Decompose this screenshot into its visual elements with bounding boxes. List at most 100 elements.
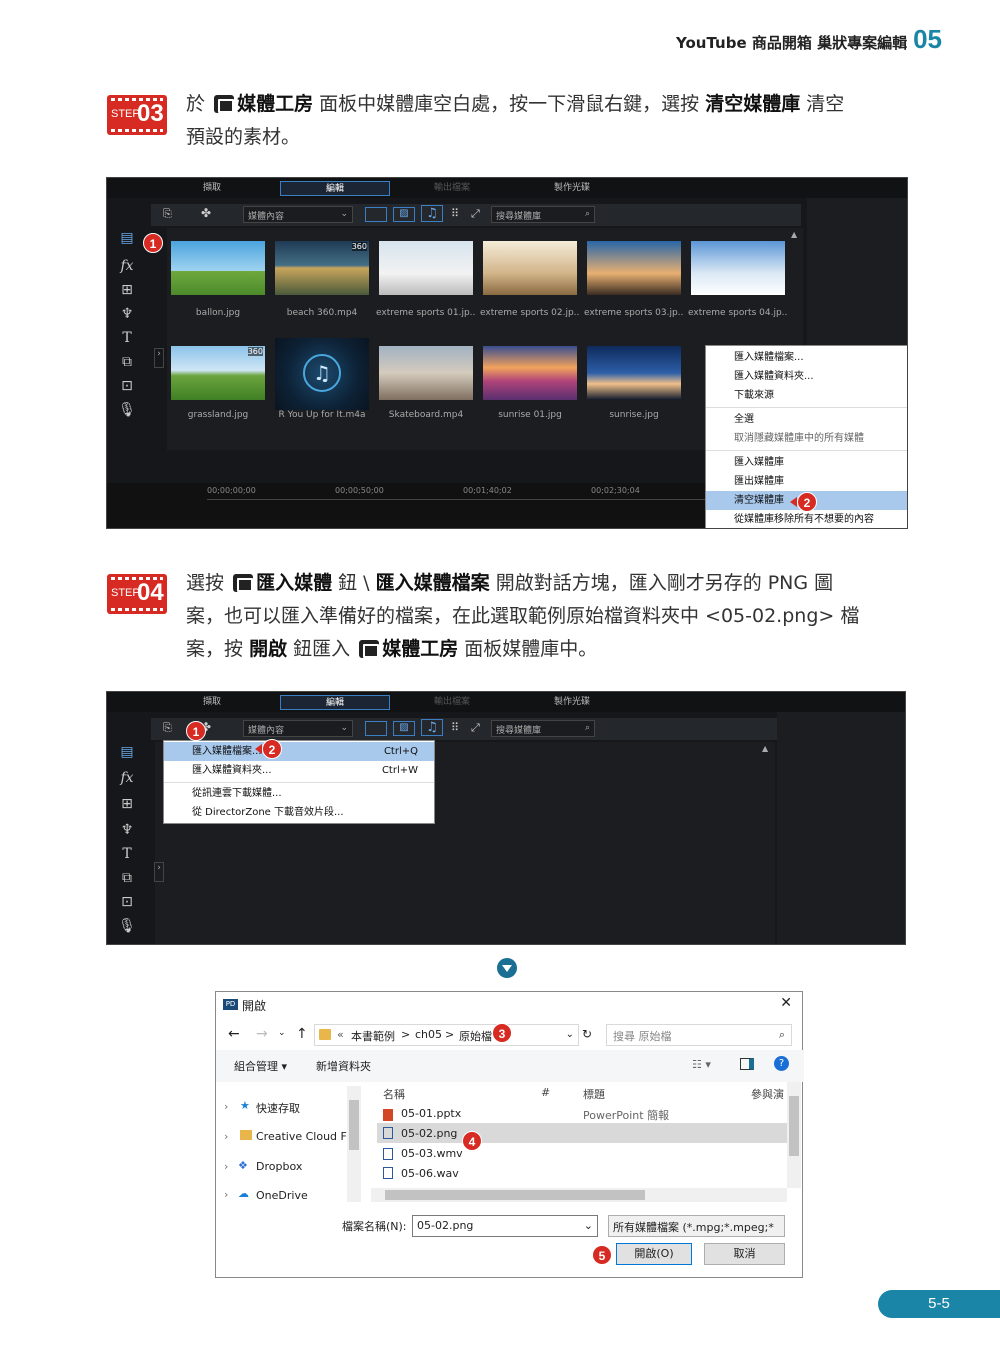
column-title[interactable]: 標題 <box>583 1086 605 1102</box>
menu-item[interactable]: 匯入媒體檔案... <box>706 348 907 367</box>
tab-disc[interactable]: 製作光碟 <box>527 695 617 710</box>
grid-view-icon[interactable]: ⠿ <box>451 207 459 220</box>
tab-output[interactable]: 輸出檔案 <box>407 695 497 710</box>
audio-filter-icon[interactable]: ♫ <box>421 719 443 736</box>
expand-chevron-icon[interactable]: › <box>224 1100 228 1113</box>
chevron-down-icon[interactable]: ⌄ <box>584 1219 593 1232</box>
fx-icon[interactable]: fx <box>117 258 137 274</box>
title-icon[interactable]: T <box>117 846 137 862</box>
media-content-select[interactable]: 媒體內容 ⌄ <box>243 206 353 223</box>
title-icon[interactable]: T <box>117 330 137 346</box>
cancel-button[interactable]: 取消 <box>704 1243 785 1265</box>
import-media-icon[interactable]: ⎘ <box>163 207 172 221</box>
media-thumb-sunrise[interactable] <box>587 346 681 400</box>
media-thumb-extreme-03[interactable] <box>587 241 681 295</box>
tab-output[interactable]: 輸出檔案 <box>407 181 497 196</box>
nav-item-dropbox[interactable]: Dropbox <box>256 1160 302 1173</box>
pip-icon[interactable]: ⧉ <box>117 870 137 886</box>
view-options-icon[interactable]: ☷ ▾ <box>692 1058 711 1071</box>
refresh-icon[interactable]: ↻ <box>582 1027 592 1041</box>
forward-icon[interactable]: → <box>256 1026 268 1042</box>
chevron-down-icon[interactable]: ⌄ <box>566 1029 574 1040</box>
organize-button[interactable]: 組合管理 ▾ <box>234 1058 287 1074</box>
transition-icon[interactable]: ⊞ <box>117 282 137 298</box>
back-icon[interactable]: ← <box>228 1026 240 1042</box>
up-icon[interactable]: ↑ <box>296 1026 308 1042</box>
new-folder-button[interactable]: 新增資料夾 <box>316 1058 371 1074</box>
tab-disc[interactable]: 製作光碟 <box>527 181 617 196</box>
menu-item[interactable]: 從 DirectorZone 下載音效片段... <box>164 803 434 822</box>
scroll-up-icon[interactable]: ▲ <box>762 744 768 753</box>
import-media-icon[interactable]: ⎘ <box>163 721 172 735</box>
expand-icon[interactable]: ⤢ <box>471 721 480 735</box>
media-thumb-music[interactable]: ♫ <box>275 338 369 410</box>
tab-capture[interactable]: 擷取 <box>177 695 247 710</box>
particle-icon[interactable]: ♆ <box>117 822 137 838</box>
nav-item-creative-cloud[interactable]: Creative Cloud Fi <box>256 1130 348 1143</box>
library-search-input[interactable]: 搜尋媒體庫 ⌕ <box>491 206 595 223</box>
file-name[interactable]: 05-02.png <box>401 1127 457 1140</box>
file-name[interactable]: 05-01.pptx <box>401 1107 461 1120</box>
menu-item[interactable]: 下載來源 <box>706 386 907 405</box>
tab-capture[interactable]: 擷取 <box>177 181 247 196</box>
nav-item-onedrive[interactable]: OneDrive <box>256 1189 308 1202</box>
grid-view-icon[interactable]: ⠿ <box>451 721 459 734</box>
filename-input[interactable]: 05-02.png ⌄ <box>412 1215 598 1237</box>
vertical-scrollbar[interactable] <box>787 1082 801 1188</box>
nav-item-quick-access[interactable]: 快速存取 <box>256 1100 300 1116</box>
expand-panel-icon[interactable]: › <box>154 862 164 882</box>
media-thumb-extreme-04[interactable] <box>691 241 785 295</box>
menu-item-import-folder[interactable]: 匯入媒體資料夾... Ctrl+W <box>164 761 434 780</box>
tab-edit[interactable]: 編輯 <box>280 181 390 196</box>
help-icon[interactable]: ? <box>774 1056 789 1071</box>
nav-scrollbar[interactable] <box>347 1086 361 1202</box>
column-contributors[interactable]: 參與演 <box>751 1086 784 1102</box>
image-filter-icon[interactable]: ▨ <box>393 721 415 736</box>
expand-chevron-icon[interactable]: › <box>224 1160 228 1173</box>
media-thumb-beach[interactable]: 360 <box>275 241 369 295</box>
menu-item[interactable]: 匯入媒體庫 <box>706 453 907 472</box>
transition-icon[interactable]: ⊞ <box>117 796 137 812</box>
menu-item[interactable]: 匯入媒體資料夾... <box>706 367 907 386</box>
menu-item[interactable]: 取消隱藏媒體庫中的所有媒體 <box>706 429 907 448</box>
preview-pane-icon[interactable] <box>740 1058 754 1070</box>
search-input[interactable]: 搜尋 原始檔 ⌕ <box>606 1024 792 1046</box>
expand-panel-icon[interactable]: › <box>154 348 164 368</box>
plugin-icon[interactable]: ✤ <box>201 206 211 220</box>
expand-chevron-icon[interactable]: › <box>224 1130 228 1143</box>
media-thumb-extreme-01[interactable] <box>379 241 473 295</box>
video-filter-icon[interactable] <box>365 721 387 736</box>
media-thumb-ballon[interactable] <box>171 241 265 295</box>
close-icon[interactable]: ✕ <box>780 995 792 1011</box>
fx-icon[interactable]: fx <box>117 770 137 786</box>
particle-icon[interactable]: ♆ <box>117 306 137 322</box>
image-filter-icon[interactable]: ▨ <box>393 207 415 222</box>
breadcrumb[interactable]: 本書範例 <box>351 1028 395 1044</box>
menu-item[interactable]: 從訊連雲下載媒體... <box>164 784 434 803</box>
mask-icon[interactable]: ⊡ <box>117 378 137 394</box>
media-thumb-extreme-02[interactable] <box>483 241 577 295</box>
video-filter-icon[interactable] <box>365 207 387 222</box>
tab-edit[interactable]: 編輯 <box>280 695 390 710</box>
media-thumb-skateboard[interactable] <box>379 346 473 400</box>
media-thumb-sunrise-01[interactable] <box>483 346 577 400</box>
breadcrumb[interactable]: ch05 <box>415 1028 442 1041</box>
pip-icon[interactable]: ⧉ <box>117 354 137 370</box>
file-name[interactable]: 05-06.wav <box>401 1167 459 1180</box>
media-thumb-grassland[interactable]: 360 <box>171 346 265 400</box>
column-number[interactable]: # <box>541 1086 550 1099</box>
horizontal-scrollbar[interactable] <box>371 1188 787 1202</box>
breadcrumb[interactable]: 原始檔 <box>459 1028 492 1044</box>
expand-chevron-icon[interactable]: › <box>224 1188 228 1201</box>
library-search-input[interactable]: 搜尋媒體庫 ⌕ <box>491 720 595 737</box>
microphone-icon[interactable]: 🎙 <box>117 918 137 934</box>
menu-item[interactable]: 全選 <box>706 410 907 429</box>
media-room-icon[interactable]: ▤ <box>117 744 137 760</box>
filetype-select[interactable]: 所有媒體檔案 (*.mpg;*.mpeg;* <box>608 1215 785 1237</box>
media-content-select[interactable]: 媒體內容 ⌄ <box>243 720 353 737</box>
file-name[interactable]: 05-03.wmv <box>401 1147 463 1160</box>
microphone-icon[interactable]: 🎙 <box>117 402 137 418</box>
address-bar[interactable]: « 本書範例 > ch05 > 原始檔 ⌄ <box>314 1024 579 1046</box>
recent-chevron-icon[interactable]: ⌄ <box>278 1028 286 1038</box>
media-room-icon[interactable]: ▤ <box>117 230 137 246</box>
